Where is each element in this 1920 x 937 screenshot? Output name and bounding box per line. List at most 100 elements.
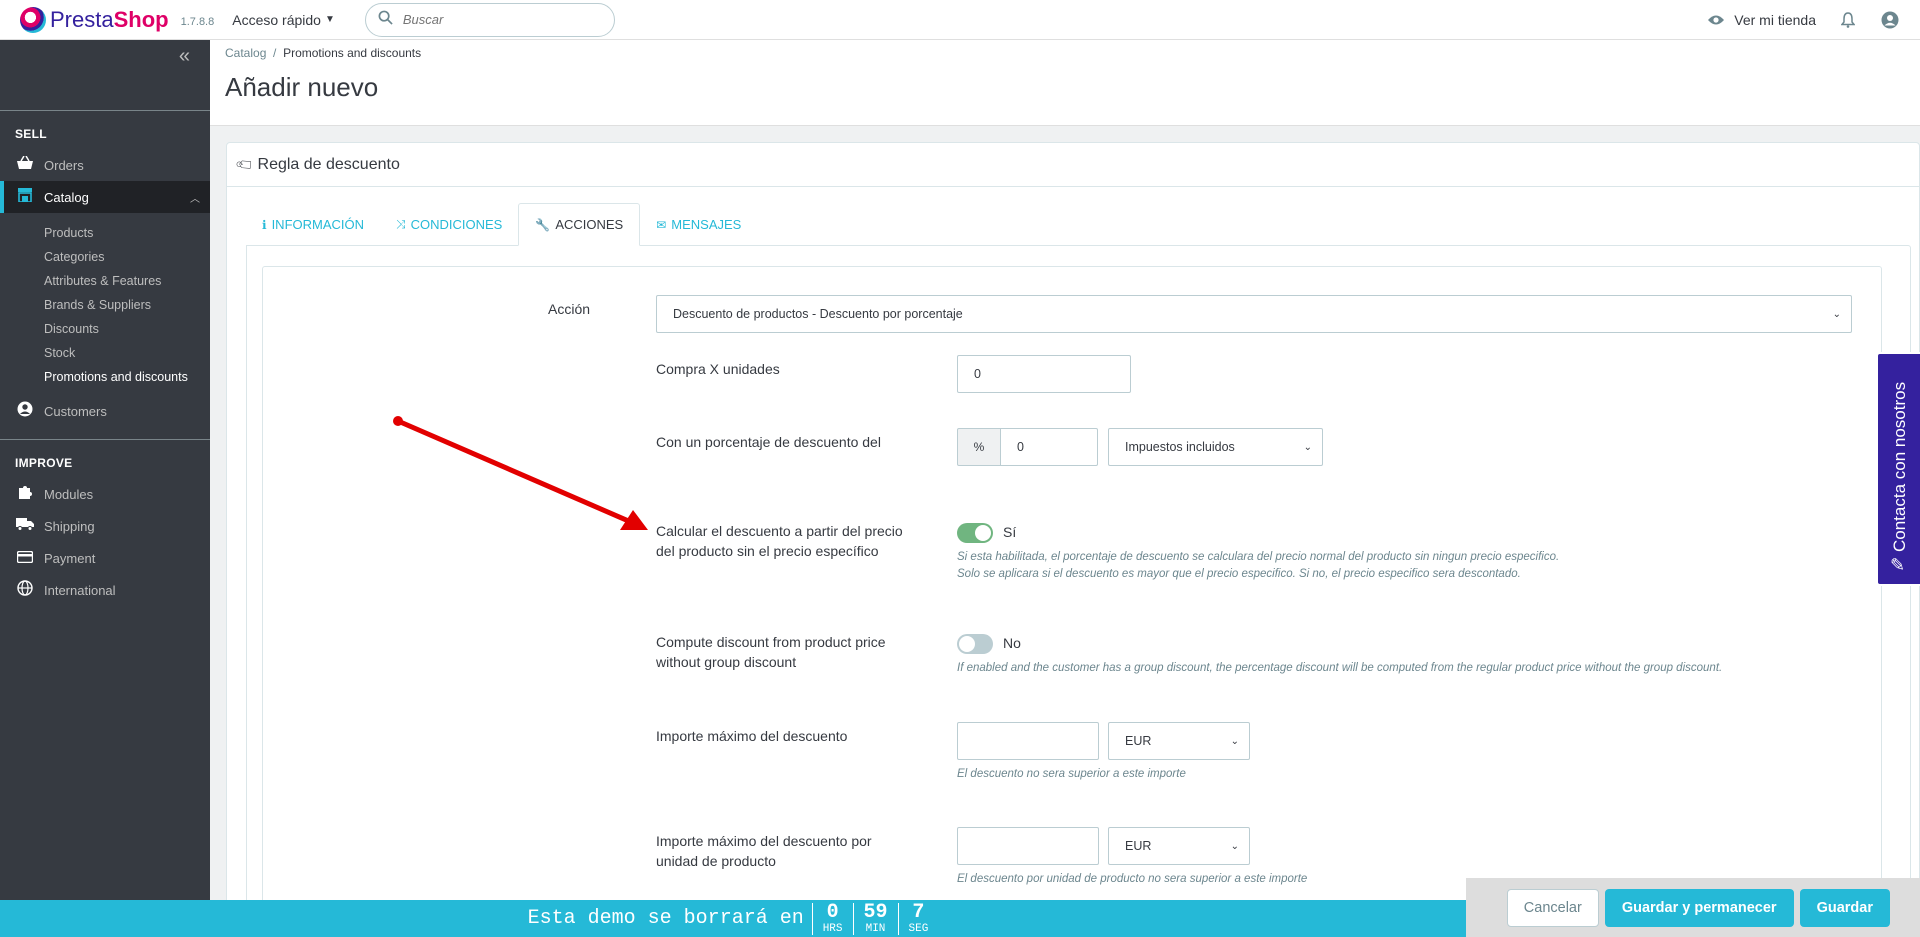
- breadcrumb-current: Promotions and discounts: [283, 46, 422, 60]
- toggle-knob: [959, 636, 975, 652]
- user-account-icon[interactable]: [1880, 10, 1900, 30]
- sidebar-item-label: Customers: [44, 403, 107, 419]
- save-button[interactable]: Guardar: [1799, 888, 1890, 927]
- catalog-submenu: Products Categories Attributes & Feature…: [0, 213, 210, 395]
- breadcrumb: Catalog / Promotions and discounts: [225, 46, 421, 60]
- tab-condiciones[interactable]: ⤨ CONDICIONES: [380, 203, 518, 246]
- tabs: ℹ INFORMACIÓN ⤨ CONDICIONES 🔧 ACCIONES ✉…: [246, 203, 757, 246]
- compute-help: If enabled and the customer has a group …: [957, 662, 1723, 674]
- view-shop-link[interactable]: Ver mi tienda: [1706, 10, 1816, 30]
- porcentaje-input[interactable]: 0: [1000, 428, 1098, 466]
- compute-label-line1: Compute discount from product price: [656, 634, 886, 650]
- sidebar-item-catalog[interactable]: Catalog ︿: [0, 181, 210, 213]
- version-label: 1.7.8.8: [180, 15, 215, 28]
- sidebar-item-label: Catalog: [44, 189, 89, 205]
- submenu-brands[interactable]: Brands & Suppliers: [0, 293, 210, 317]
- sidebar-item-label: Payment: [44, 550, 96, 566]
- view-shop-label: Ver mi tienda: [1734, 12, 1816, 28]
- submenu-categories[interactable]: Categories: [0, 245, 210, 269]
- breadcrumb-catalog[interactable]: Catalog: [225, 46, 266, 60]
- sidebar-item-modules[interactable]: Modules: [0, 478, 210, 510]
- credit-card-icon: [15, 550, 35, 567]
- importe-unidad-currency-value: EUR: [1125, 839, 1152, 853]
- tab-mensajes[interactable]: ✉ MENSAJES: [640, 203, 757, 246]
- submenu-attributes[interactable]: Attributes & Features: [0, 269, 210, 293]
- submenu-promotions[interactable]: Promotions and discounts: [0, 365, 210, 389]
- tab-label: INFORMACIÓN: [271, 217, 365, 232]
- wrench-icon: 🔧: [535, 217, 551, 232]
- importe-help: El descuento no sera superior a este imp…: [957, 768, 1186, 780]
- envelope-icon: ✉: [656, 217, 667, 232]
- quick-access-dropdown[interactable]: Acceso rápido ▼: [232, 12, 335, 28]
- red-arrow-annotation: [393, 416, 648, 530]
- store-icon: [15, 188, 35, 206]
- accion-label: Acción: [548, 301, 591, 317]
- submenu-discounts[interactable]: Discounts: [0, 317, 210, 341]
- user-circle-icon: [15, 401, 35, 421]
- submenu-stock[interactable]: Stock: [0, 341, 210, 365]
- search-input[interactable]: [402, 12, 583, 27]
- sidebar-item-label: International: [44, 582, 116, 598]
- accion-select-value: Descuento de productos - Descuento por p…: [673, 307, 963, 321]
- breadcrumb-separator: /: [273, 46, 277, 60]
- sidebar-item-payment[interactable]: Payment: [0, 542, 210, 574]
- search-icon[interactable]: [378, 10, 393, 30]
- sidebar-item-shipping[interactable]: Shipping: [0, 510, 210, 542]
- impuestos-select[interactable]: Impuestos incluidos ⌄: [1108, 428, 1323, 466]
- search-box: [364, 2, 615, 37]
- importe-unidad-help: El descuento por unidad de producto no s…: [957, 873, 1308, 885]
- chevron-down-icon: ⌄: [1832, 309, 1841, 320]
- chevron-down-icon: ⌄: [1230, 841, 1239, 852]
- importe-unidad-input[interactable]: [957, 827, 1099, 865]
- tab-acciones[interactable]: 🔧 ACCIONES: [518, 203, 641, 246]
- prestashop-logo-icon: [20, 6, 46, 33]
- seconds-value: 7: [912, 900, 925, 924]
- page-title: Añadir nuevo: [225, 72, 379, 102]
- compra-label: Compra X unidades: [656, 361, 780, 377]
- countdown-seconds: 7 SEG: [897, 900, 939, 935]
- panel-heading: 🏷 Regla de descuento: [227, 143, 1919, 187]
- divider: [0, 110, 210, 111]
- sidebar-item-label: Modules: [44, 486, 94, 502]
- calcular-help: Si esta habilitada, el porcentaje de des…: [957, 549, 1559, 583]
- importe-input[interactable]: [957, 722, 1099, 760]
- divider: [0, 439, 210, 440]
- percent-prefix: %: [957, 428, 1001, 466]
- sidebar-item-orders[interactable]: Orders: [0, 149, 210, 181]
- chevron-down-icon: ⌄: [1303, 442, 1312, 453]
- shuffle-icon: ⤨: [396, 217, 406, 231]
- impuestos-select-value: Impuestos incluidos: [1125, 440, 1235, 454]
- seconds-unit: SEG: [908, 922, 929, 935]
- contact-us-tab[interactable]: Contacta con nosotros ✎: [1876, 352, 1920, 586]
- calcular-toggle[interactable]: [957, 523, 993, 543]
- accion-select[interactable]: Descuento de productos - Descuento por p…: [656, 295, 1852, 333]
- compra-input[interactable]: 0: [957, 355, 1131, 393]
- collapse-sidebar-icon[interactable]: «: [0, 40, 210, 72]
- sidebar-item-international[interactable]: International: [0, 574, 210, 606]
- bell-icon[interactable]: [1838, 10, 1858, 30]
- tab-content: Acción Descuento de productos - Descuent…: [246, 245, 1911, 937]
- calcular-label-line1: Calcular el descuento a partir del preci…: [656, 523, 903, 539]
- chevron-down-icon: ⌄: [1230, 736, 1239, 747]
- quick-access-label: Acceso rápido: [232, 11, 321, 28]
- save-and-stay-button[interactable]: Guardar y permanecer: [1604, 888, 1794, 927]
- importe-unidad-currency-select[interactable]: EUR ⌄: [1108, 827, 1250, 865]
- compute-toggle-label: No: [1003, 635, 1021, 651]
- section-sell: SELL: [15, 127, 47, 141]
- calcular-help-line2: Solo se aplicara si el descuento es mayo…: [957, 568, 1521, 580]
- prestashop-logo[interactable]: PrestaShop: [20, 6, 169, 33]
- submenu-products[interactable]: Products: [0, 221, 210, 245]
- pencil-icon: ✎: [1890, 555, 1906, 575]
- page-header: Catalog / Promotions and discounts Añadi…: [210, 40, 1920, 126]
- cancel-button[interactable]: Cancelar: [1506, 888, 1599, 927]
- importe-unidad-label-line2: unidad de producto: [656, 853, 776, 869]
- importe-label: Importe máximo del descuento: [656, 728, 848, 744]
- importe-currency-select[interactable]: EUR ⌄: [1108, 722, 1250, 760]
- demo-countdown-bar: Esta demo se borrará en 0 HRS 59 MIN 7 S…: [0, 900, 1466, 937]
- tab-informacion[interactable]: ℹ INFORMACIÓN: [246, 203, 380, 246]
- countdown-hours: 0 HRS: [811, 902, 853, 935]
- calcular-label-line2: del producto sin el precio específico: [656, 543, 879, 559]
- basket-icon: [15, 155, 35, 174]
- compute-toggle[interactable]: [957, 634, 993, 654]
- sidebar-item-customers[interactable]: Customers: [0, 395, 210, 427]
